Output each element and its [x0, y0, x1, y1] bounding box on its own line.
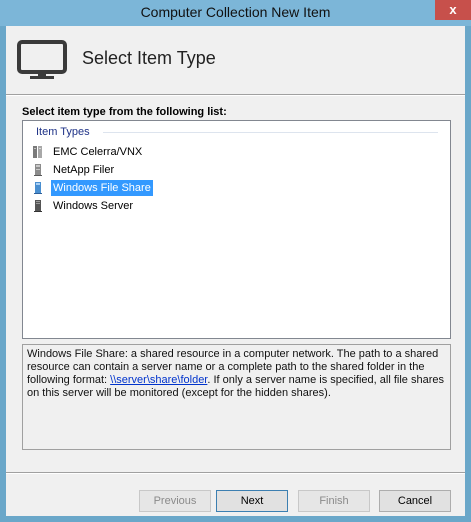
share-path-link[interactable]: \\server\share\folder: [110, 374, 207, 386]
list-item-label: NetApp Filer: [53, 164, 115, 176]
close-icon: x: [449, 2, 457, 17]
footer-divider-highlight: [6, 473, 465, 474]
storage-array-icon: [33, 146, 42, 158]
list-heading: Select item type from the following list…: [22, 106, 227, 118]
description-box: Windows File Share: a shared resource in…: [22, 344, 451, 450]
next-button[interactable]: Next: [216, 490, 288, 512]
file-share-icon: [34, 182, 42, 194]
cancel-button[interactable]: Cancel: [379, 490, 451, 512]
wizard-header: Select Item Type: [6, 26, 465, 94]
group-header: Item Types: [36, 126, 90, 138]
list-item-windows-file-share[interactable]: Windows File Share: [31, 180, 153, 196]
finish-button[interactable]: Finish: [298, 490, 370, 512]
list-item-netapp-filer[interactable]: NetApp Filer: [31, 162, 116, 178]
list-item-label: Windows File Share: [51, 180, 153, 196]
header-divider-highlight: [6, 95, 465, 96]
list-item-emc-celerra[interactable]: EMC Celerra/VNX: [31, 144, 144, 160]
previous-button[interactable]: Previous: [139, 490, 211, 512]
item-type-list[interactable]: Item Types EMC Celerra/VNX NetApp Filer: [22, 120, 451, 339]
window-title: Computer Collection New Item: [140, 4, 331, 20]
list-item-windows-server[interactable]: Windows Server: [31, 198, 135, 214]
group-header-line: [103, 132, 438, 133]
close-button[interactable]: x: [435, 0, 471, 20]
list-item-label: Windows Server: [53, 200, 134, 212]
list-item-label: EMC Celerra/VNX: [53, 146, 143, 158]
dialog-client-area: Select Item Type Select item type from t…: [6, 26, 465, 516]
title-bar: Computer Collection New Item x: [0, 0, 471, 26]
filer-icon: [34, 164, 42, 176]
monitor-icon: [17, 40, 67, 79]
server-icon: [34, 200, 42, 212]
page-title: Select Item Type: [82, 48, 216, 68]
